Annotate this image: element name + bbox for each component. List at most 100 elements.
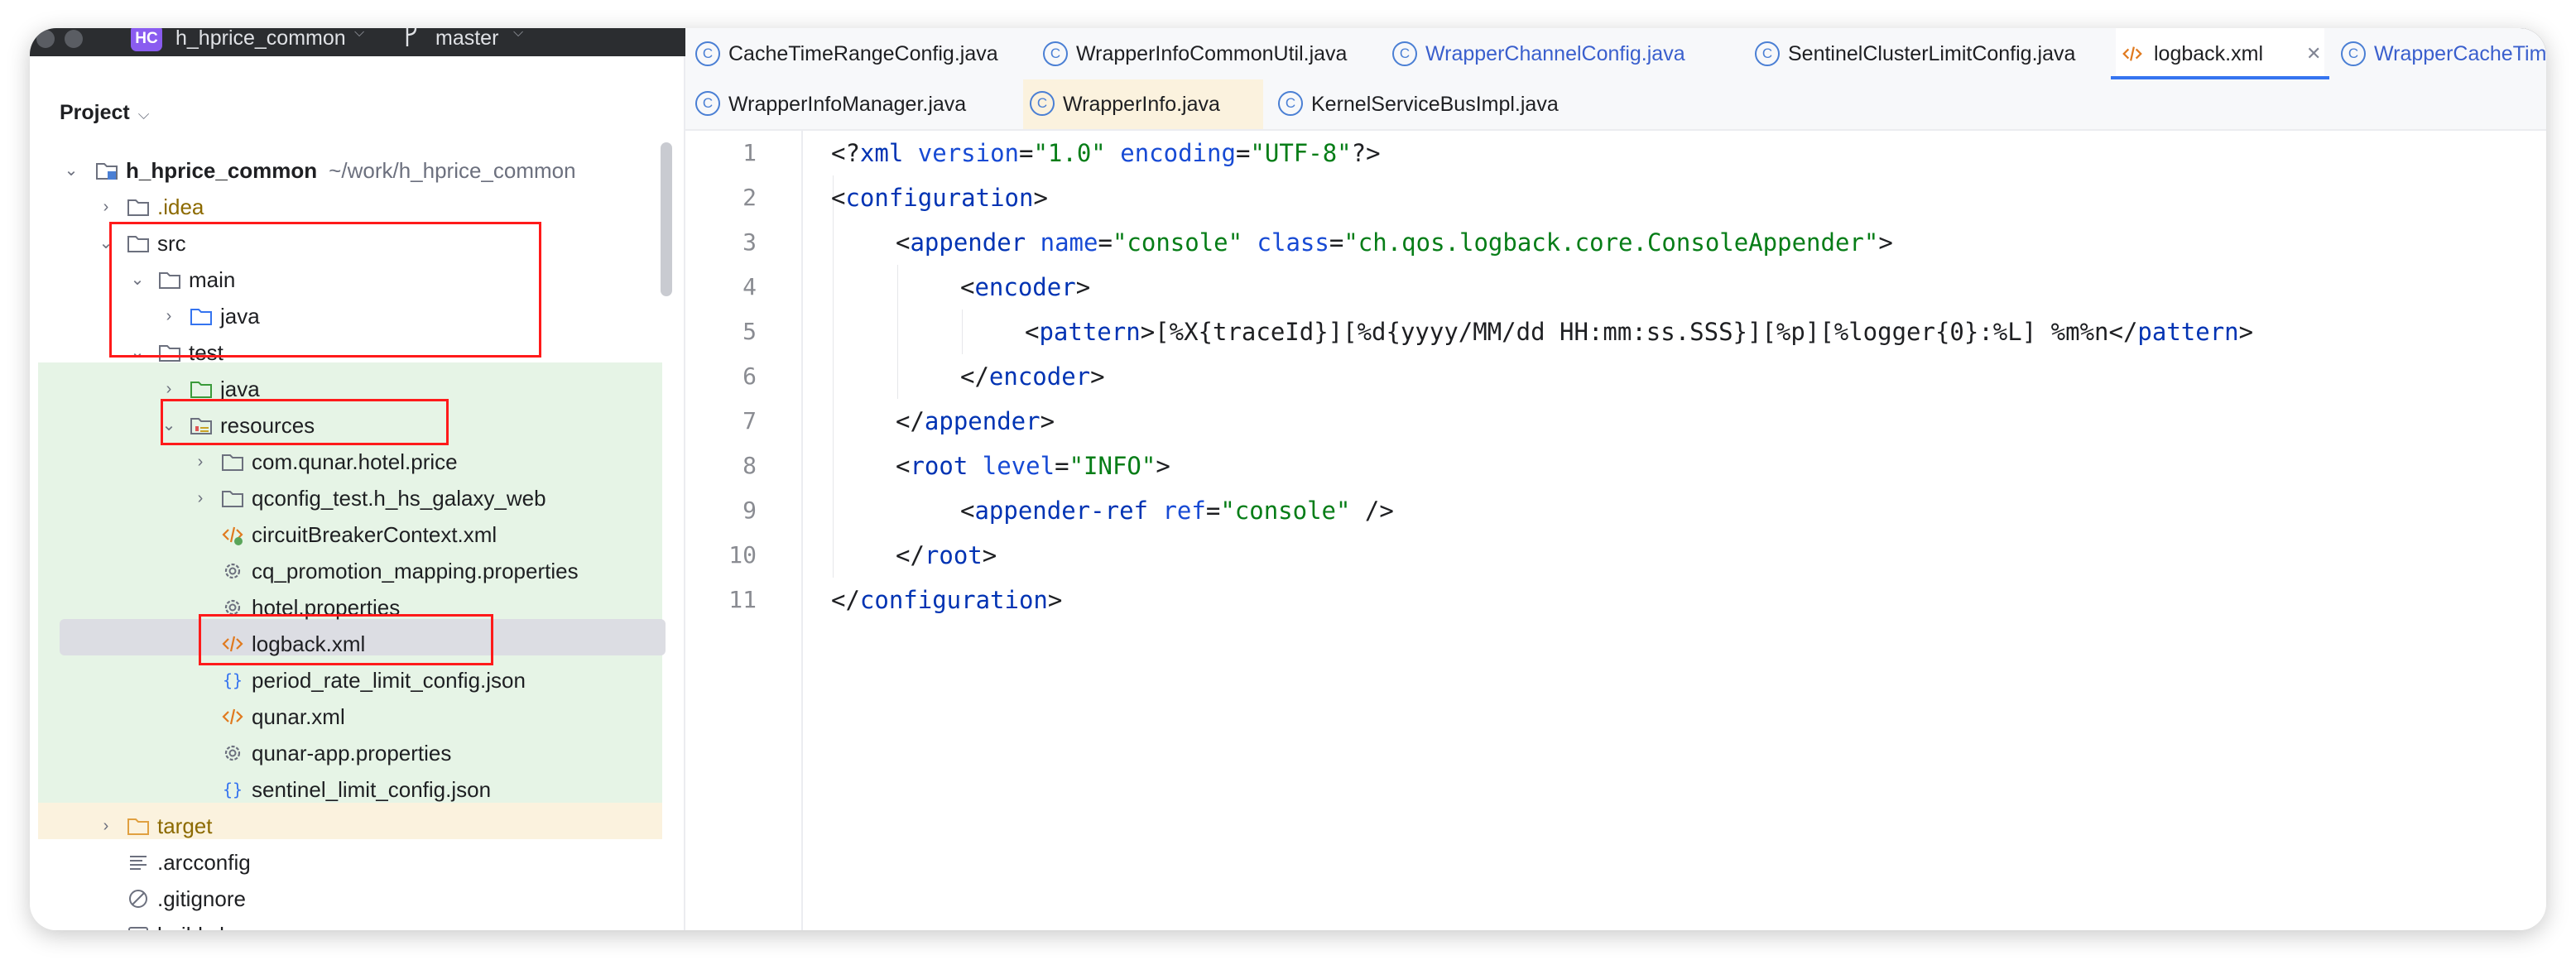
indent-guide <box>897 265 898 399</box>
chevron-right-icon[interactable]: › <box>94 813 118 839</box>
window-close-dot[interactable] <box>36 30 55 48</box>
annotation-box-resources <box>161 399 449 445</box>
text-file-icon <box>130 856 147 870</box>
line-number: 8 <box>743 452 757 479</box>
tab-label: WrapperCacheTimeConf <box>2374 42 2546 65</box>
line-number: 9 <box>743 497 757 524</box>
code-line-8: <root level="INFO"> <box>896 452 1170 480</box>
class-icon: C <box>1755 41 1780 66</box>
tree-item-label: build.sh <box>157 917 232 930</box>
tab-kernel-service-bus-impl[interactable]: C KernelServiceBusImpl.java <box>1278 79 1576 129</box>
gear-icon <box>224 745 241 761</box>
ignore-file-icon <box>129 890 147 908</box>
project-badge[interactable]: HC <box>131 28 162 51</box>
tree-item-target[interactable]: › target <box>30 808 684 844</box>
window-minimize-dot[interactable] <box>65 30 83 48</box>
editor-tab-bar-row-1: C CacheTimeRangeConfig.java C WrapperInf… <box>685 28 2546 80</box>
chevron-right-icon[interactable]: › <box>189 485 212 511</box>
code-line-6: </encoder> <box>960 362 1105 391</box>
folder-icon <box>222 454 243 471</box>
class-icon: C <box>1030 91 1055 116</box>
tree-item-arcconfig[interactable]: .arcconfig <box>30 844 684 881</box>
tab-label: WrapperInfoCommonUtil.java <box>1076 42 1348 65</box>
line-number: 11 <box>728 586 757 613</box>
tab-label: WrapperInfo.java <box>1063 93 1220 116</box>
xml-file-icon <box>222 526 243 545</box>
annotation-box-src-main <box>109 222 541 358</box>
tab-label: WrapperInfoManager.java <box>728 93 967 116</box>
tree-item-cq-promotion-properties[interactable]: cq_promotion_mapping.properties <box>30 553 684 589</box>
tree-item-label: .gitignore <box>157 886 246 911</box>
tab-wrapper-info[interactable]: C WrapperInfo.java <box>1023 79 1263 129</box>
class-icon: C <box>1043 41 1068 66</box>
chevron-down-icon[interactable]: ⌵ <box>354 28 364 41</box>
tab-wrapper-cache-time-conf[interactable]: C WrapperCacheTimeConf <box>2341 28 2546 79</box>
tree-item-period-rate-json[interactable]: {} period_rate_limit_config.json <box>30 662 684 698</box>
project-view-selector[interactable]: Project ⌵ <box>60 96 149 129</box>
tree-item-label: com.qunar.hotel.price <box>252 449 458 474</box>
xml-file-icon <box>2122 46 2142 61</box>
tree-item-label: h_hprice_common ~/work/h_hprice_common <box>126 158 576 183</box>
json-file-icon: {} <box>223 780 243 799</box>
code-line-4: <encoder> <box>960 273 1091 301</box>
chevron-right-icon[interactable]: › <box>189 449 212 475</box>
tab-label: logback.xml <box>2154 42 2263 65</box>
tree-item-qconfig-test[interactable]: › qconfig_test.h_hs_galaxy_web <box>30 480 684 516</box>
tab-label: KernelServiceBusImpl.java <box>1311 93 1559 116</box>
tree-item-idea[interactable]: › .idea <box>30 189 684 225</box>
code-line-9: <appender-ref ref="console" /> <box>960 497 1394 525</box>
chevron-down-icon[interactable]: ⌵ <box>513 28 523 41</box>
test-folder-icon <box>190 382 212 398</box>
tab-label: WrapperChannelConfig.java <box>1425 42 1685 65</box>
svg-text:{}: {} <box>223 780 243 799</box>
tree-item-sentinel-json[interactable]: {} sentinel_limit_config.json <box>30 771 684 808</box>
tab-wrapper-info-manager[interactable]: C WrapperInfoManager.java <box>695 79 993 129</box>
tree-item-label: qconfig_test.h_hs_galaxy_web <box>252 486 546 511</box>
line-number: 10 <box>728 541 757 569</box>
tab-wrapper-channel-config[interactable]: C WrapperChannelConfig.java <box>1392 28 1699 79</box>
tab-logback-xml[interactable]: logback.xml ✕ <box>2111 28 2329 79</box>
code-line-2: <configuration> <box>831 184 1048 212</box>
tab-sentinel-cluster-limit-config[interactable]: C SentinelClusterLimitConfig.java <box>1755 28 2103 79</box>
tree-item-qunar-app-properties[interactable]: qunar-app.properties <box>30 735 684 771</box>
tree-item-label: qunar-app.properties <box>252 741 452 766</box>
code-line-7: </appender> <box>896 407 1055 435</box>
module-folder-icon <box>96 163 118 180</box>
tree-item-label: qunar.xml <box>252 704 345 729</box>
tree-item-h-hprice-common[interactable]: ⌄ h_hprice_common ~/work/h_hprice_common <box>30 152 684 189</box>
code-line-5: <pattern>[%X{traceId}][%d{yyyy/MM/dd HH:… <box>1025 318 2254 346</box>
code-line-1: <?xml version="1.0" encoding="UTF-8"?> <box>831 139 1381 167</box>
class-icon: C <box>695 41 720 66</box>
project-tool-window: Project ⌵ ⌄ h_hprice_common ~/work/h_hpric… <box>30 56 685 930</box>
class-icon: C <box>695 91 720 116</box>
annotation-box-logback <box>199 614 493 665</box>
ide-window: HC h_hprice_common ⌵ master ⌵ Project ⌵ ⌄… <box>30 28 2546 930</box>
indent-guide <box>833 175 834 578</box>
tree-item-package[interactable]: › com.qunar.hotel.price <box>30 444 684 480</box>
line-number: 5 <box>743 318 757 345</box>
line-number: 3 <box>743 228 757 256</box>
branch-name[interactable]: master <box>435 28 498 55</box>
tree-item-label: .arcconfig <box>157 850 251 875</box>
tree-item-circuit-breaker-xml[interactable]: circuitBreakerContext.xml <box>30 516 684 553</box>
tree-item-gitignore[interactable]: .gitignore <box>30 881 684 917</box>
tree-item-build-sh[interactable]: build.sh <box>30 917 684 930</box>
line-number: 6 <box>743 362 757 390</box>
shell-file-icon <box>128 927 148 930</box>
line-number: 4 <box>743 273 757 300</box>
code-line-3: <appender name="console" class="ch.qos.l… <box>896 228 1893 257</box>
chevron-down-icon[interactable]: ⌄ <box>60 157 83 184</box>
close-icon[interactable]: ✕ <box>2306 28 2321 79</box>
sidebar-scrollbar[interactable] <box>661 142 672 296</box>
xml-file-icon <box>222 708 243 725</box>
code-editor[interactable]: 1 2 3 4 5 6 7 8 9 10 11 <?xml version="1… <box>685 131 2546 930</box>
chevron-right-icon[interactable]: › <box>94 194 118 220</box>
tree-item-label: cq_promotion_mapping.properties <box>252 559 579 583</box>
tab-cache-time-range-config[interactable]: C CacheTimeRangeConfig.java <box>695 28 1002 79</box>
tree-item-qunar-xml[interactable]: qunar.xml <box>30 698 684 735</box>
chevron-down-icon[interactable]: ⌵ <box>138 98 150 131</box>
tree-item-label: sentinel_limit_config.json <box>252 777 492 802</box>
class-icon: C <box>2341 41 2366 66</box>
tab-wrapper-info-common-util[interactable]: C WrapperInfoCommonUtil.java <box>1043 28 1349 79</box>
project-name[interactable]: h_hprice_common <box>175 28 346 55</box>
